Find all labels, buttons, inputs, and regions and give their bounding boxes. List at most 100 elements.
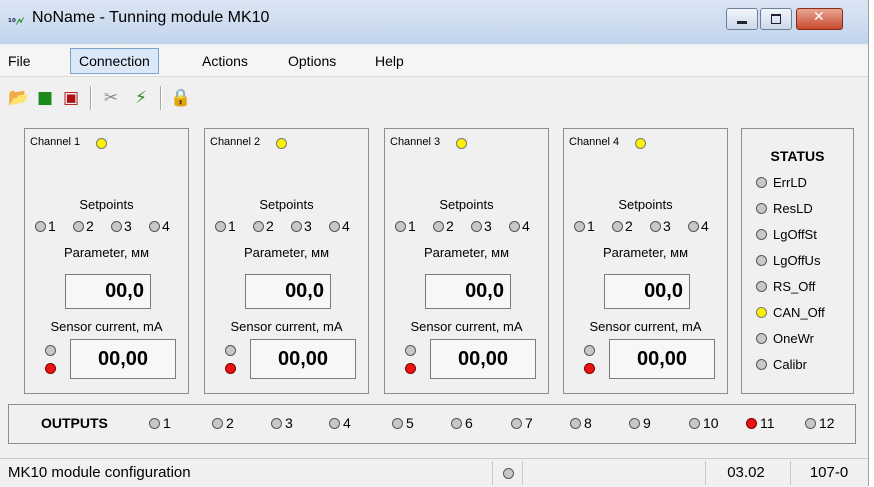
sensor-current-value: 00,00 [250, 339, 356, 379]
setpoint-2[interactable]: 2 [433, 218, 454, 234]
connection-indicator [492, 461, 514, 485]
sensor-led-red [225, 363, 236, 374]
status-led [756, 177, 767, 188]
output-3[interactable]: 3 [271, 415, 293, 431]
app-icon[interactable]: ¹⁰🗲 [8, 14, 26, 28]
setpoint-1[interactable]: 1 [395, 218, 416, 234]
parameter-value: 00,0 [425, 274, 511, 309]
setpoint-4[interactable]: 4 [329, 218, 350, 234]
status-led [756, 203, 767, 214]
output-5[interactable]: 5 [392, 415, 414, 431]
parameter-value: 00,0 [245, 274, 331, 309]
channel-4-group: Channel 4 Setpoints 1 2 3 4 Parameter, м… [563, 128, 728, 394]
open-folder-icon[interactable]: 📂 [8, 87, 30, 109]
parameter-label: Parameter, мм [602, 245, 689, 260]
setpoint-led [111, 221, 122, 232]
status-panel: STATUS ErrLD ResLD LgOffSt LgOffUs RS_Of… [741, 128, 854, 394]
sensor-led-gray [45, 345, 56, 356]
sensor-led-gray [584, 345, 595, 356]
setpoint-led [471, 221, 482, 232]
setpoint-1[interactable]: 1 [574, 218, 595, 234]
channel-label: Channel 4 [569, 136, 620, 148]
menu-connection[interactable]: Connection [70, 48, 159, 74]
setpoint-1[interactable]: 1 [215, 218, 236, 234]
device-code: 107-0 [790, 461, 867, 485]
setpoint-2[interactable]: 2 [73, 218, 94, 234]
status-led [756, 255, 767, 266]
status-message: MK10 module configuration [8, 464, 191, 481]
status-lgoffus: LgOffUs [756, 253, 820, 268]
toolbar-separator [160, 86, 162, 110]
close-button[interactable] [796, 8, 843, 30]
parameter-value: 00,0 [604, 274, 690, 309]
menu-actions[interactable]: Actions [202, 51, 248, 71]
setpoint-led [329, 221, 340, 232]
output-2[interactable]: 2 [212, 415, 234, 431]
menu-help[interactable]: Help [375, 51, 404, 71]
setpoint-2[interactable]: 2 [253, 218, 274, 234]
channel-2-group: Channel 2 Setpoints 1 2 3 4 Parameter, м… [204, 128, 369, 394]
output-led [212, 418, 223, 429]
output-4[interactable]: 4 [329, 415, 351, 431]
save-as-icon[interactable]: ▣ [60, 87, 82, 109]
toolbar-separator [90, 86, 92, 110]
setpoint-4[interactable]: 4 [149, 218, 170, 234]
status-resld: ResLD [756, 201, 813, 216]
channel-1-group: Channel 1 Setpoints 1 2 3 4 Parameter, м… [24, 128, 189, 394]
output-10[interactable]: 10 [689, 415, 719, 431]
app-window: ¹⁰🗲 NoName - Tunning module MK10 File Co… [0, 0, 869, 487]
setpoint-led [433, 221, 444, 232]
setpoint-led [253, 221, 264, 232]
output-9[interactable]: 9 [629, 415, 651, 431]
status-rs-off: RS_Off [756, 279, 815, 294]
setpoint-3[interactable]: 3 [291, 218, 312, 234]
output-1[interactable]: 1 [149, 415, 171, 431]
status-can-off: CAN_Off [756, 305, 825, 320]
firmware-version: 03.02 [705, 461, 786, 485]
lock-icon[interactable]: 🔒 [170, 87, 192, 109]
sensor-led-red [45, 363, 56, 374]
status-bar: MK10 module configuration 03.02 107-0 [0, 458, 868, 487]
menu-file[interactable]: File [8, 51, 31, 71]
status-title: STATUS [770, 148, 825, 164]
sensor-led-gray [405, 345, 416, 356]
channel-label: Channel 2 [210, 136, 261, 148]
status-calibr: Calibr [756, 357, 807, 372]
setpoint-led [650, 221, 661, 232]
setpoint-4[interactable]: 4 [509, 218, 530, 234]
parameter-value: 00,0 [65, 274, 151, 309]
save-icon[interactable]: ■ [34, 87, 56, 109]
output-12[interactable]: 12 [805, 415, 835, 431]
status-bar-empty-cell [522, 461, 703, 485]
setpoint-3[interactable]: 3 [111, 218, 132, 234]
maximize-button[interactable] [760, 8, 792, 30]
disconnect-icon[interactable]: ✂ [100, 87, 122, 109]
sensor-current-value: 00,00 [430, 339, 536, 379]
parameter-label: Parameter, мм [63, 245, 150, 260]
output-led [271, 418, 282, 429]
connect-icon[interactable]: ⚡ [130, 87, 152, 109]
setpoint-2[interactable]: 2 [612, 218, 633, 234]
output-6[interactable]: 6 [451, 415, 473, 431]
setpoint-4[interactable]: 4 [688, 218, 709, 234]
sensor-led-red [405, 363, 416, 374]
title-bar: ¹⁰🗲 NoName - Tunning module MK10 [0, 0, 868, 44]
minimize-button[interactable] [726, 8, 758, 30]
setpoint-led [509, 221, 520, 232]
setpoint-3[interactable]: 3 [471, 218, 492, 234]
output-led [149, 418, 160, 429]
output-8[interactable]: 8 [570, 415, 592, 431]
sensor-led-red [584, 363, 595, 374]
outputs-title: OUTPUTS [41, 415, 108, 431]
output-led [511, 418, 522, 429]
output-led-active [746, 418, 757, 429]
setpoint-1[interactable]: 1 [35, 218, 56, 234]
menu-options[interactable]: Options [288, 51, 336, 71]
setpoint-3[interactable]: 3 [650, 218, 671, 234]
channel-indicator-led [456, 138, 467, 149]
output-led [329, 418, 340, 429]
output-7[interactable]: 7 [511, 415, 533, 431]
setpoint-led [215, 221, 226, 232]
channel-label: Channel 3 [390, 136, 441, 148]
output-11[interactable]: 11 [746, 415, 775, 431]
